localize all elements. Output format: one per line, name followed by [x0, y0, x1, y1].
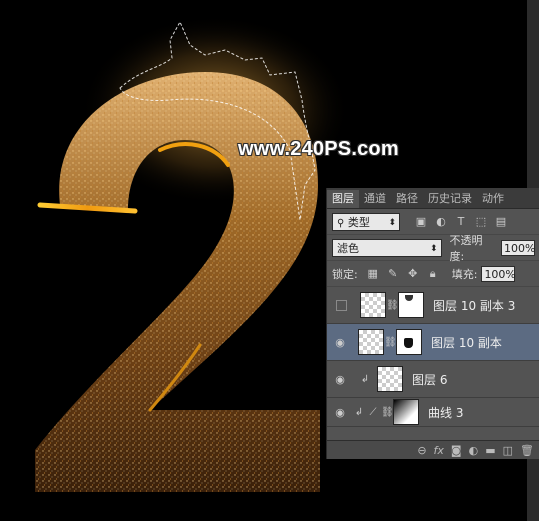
lock-transparent-icon[interactable]: ▦ [366, 267, 380, 281]
lock-row: 锁定: ▦ ✎ ✥ 🔒︎ 填充: 100% [327, 261, 539, 287]
eye-icon[interactable]: ◉ [327, 336, 353, 349]
blend-row: 滤色 ⬍ 不透明度: 100% [327, 233, 539, 263]
lock-all-icon[interactable]: 🔒︎ [426, 267, 440, 281]
clip-arrow-icon: ↲ [354, 406, 364, 418]
mask-icon[interactable]: ◙ [451, 444, 462, 457]
adjustment-icon[interactable]: ◐ [469, 444, 479, 457]
watermark-text: www.240PS.com [238, 138, 399, 160]
layer-row[interactable]: ◉ ↲ ⟋ ⛓ 曲线 3 [327, 398, 539, 427]
link-icon: ⛓ [386, 299, 399, 311]
panel-tabs: 图层 通道 路径 历史记录 动作 [327, 188, 539, 209]
chevron-down-icon: ⬍ [429, 243, 438, 254]
filter-kind-select[interactable]: ⚲ 类型 ⬍ [332, 212, 400, 231]
type-filter-icon[interactable]: T [454, 215, 468, 229]
layer-name: 图层 10 副本 [431, 335, 502, 350]
layer-thumbnail [358, 329, 384, 355]
clip-arrow-icon: ↲ [360, 373, 370, 385]
layer-mask-thumbnail [393, 399, 419, 425]
layers-panel: 图层 通道 路径 历史记录 动作 ⚲ 类型 ⬍ ▣ ◐ T ⬚ ▤ 滤色 ⬍ 不… [326, 188, 539, 459]
layer-row[interactable]: ◉ ↲ 图层 6 [327, 361, 539, 398]
tab-history[interactable]: 历史记录 [423, 190, 477, 208]
filter-row: ⚲ 类型 ⬍ ▣ ◐ T ⬚ ▤ [327, 209, 539, 235]
layer-thumbnail [377, 366, 403, 392]
layer-thumbnail [360, 292, 386, 318]
smart-object-filter-icon[interactable]: ▤ [494, 215, 508, 229]
image-filter-icon[interactable]: ▣ [414, 215, 428, 229]
fill-label: 填充: [451, 267, 478, 281]
chevron-down-icon: ⬍ [388, 217, 396, 228]
fx-icon[interactable]: fx [434, 444, 444, 457]
lock-paint-icon[interactable]: ✎ [386, 267, 400, 281]
curves-icon: ⟋ [369, 406, 377, 418]
trash-icon[interactable]: 🗑︎ [520, 444, 534, 457]
search-icon: ⚲ [337, 217, 345, 229]
layer-mask-thumbnail [398, 292, 424, 318]
opacity-field[interactable]: 100% [501, 239, 535, 256]
new-layer-icon[interactable]: ◫ [503, 444, 513, 457]
link-icon[interactable]: ⊖ [417, 444, 426, 457]
adjustment-filter-icon[interactable]: ◐ [434, 215, 448, 229]
link-icon: ⛓ [384, 336, 397, 348]
panel-bottom-bar: ⊖ fx ◙ ◐ ▬ ◫ 🗑︎ [327, 440, 539, 459]
fill-field[interactable]: 100% [481, 265, 516, 282]
lock-label: 锁定: [332, 267, 358, 281]
link-icon: ⛓ [381, 406, 394, 418]
visibility-toggle-off[interactable] [336, 299, 347, 311]
layer-row-selected[interactable]: ◉ ⛓ 图层 10 副本 [327, 324, 539, 361]
shape-filter-icon[interactable]: ⬚ [474, 215, 488, 229]
tab-channels[interactable]: 通道 [359, 190, 391, 208]
blend-mode-select[interactable]: 滤色 ⬍ [332, 238, 442, 257]
tab-actions[interactable]: 动作 [477, 190, 509, 208]
folder-icon[interactable]: ▬ [485, 444, 495, 457]
layer-name: 图层 10 副本 3 [433, 298, 516, 313]
layer-row[interactable]: ⛓ 图层 10 副本 3 [327, 287, 539, 324]
eye-icon[interactable]: ◉ [327, 373, 353, 386]
layer-name: 图层 6 [412, 372, 448, 387]
layer-mask-thumbnail [396, 329, 422, 355]
opacity-label: 不透明度: [449, 233, 483, 263]
layer-name: 曲线 3 [428, 405, 464, 420]
eye-icon[interactable]: ◉ [327, 406, 353, 419]
tab-layers[interactable]: 图层 [327, 190, 359, 208]
lock-move-icon[interactable]: ✥ [406, 267, 420, 281]
tab-paths[interactable]: 路径 [391, 190, 423, 208]
